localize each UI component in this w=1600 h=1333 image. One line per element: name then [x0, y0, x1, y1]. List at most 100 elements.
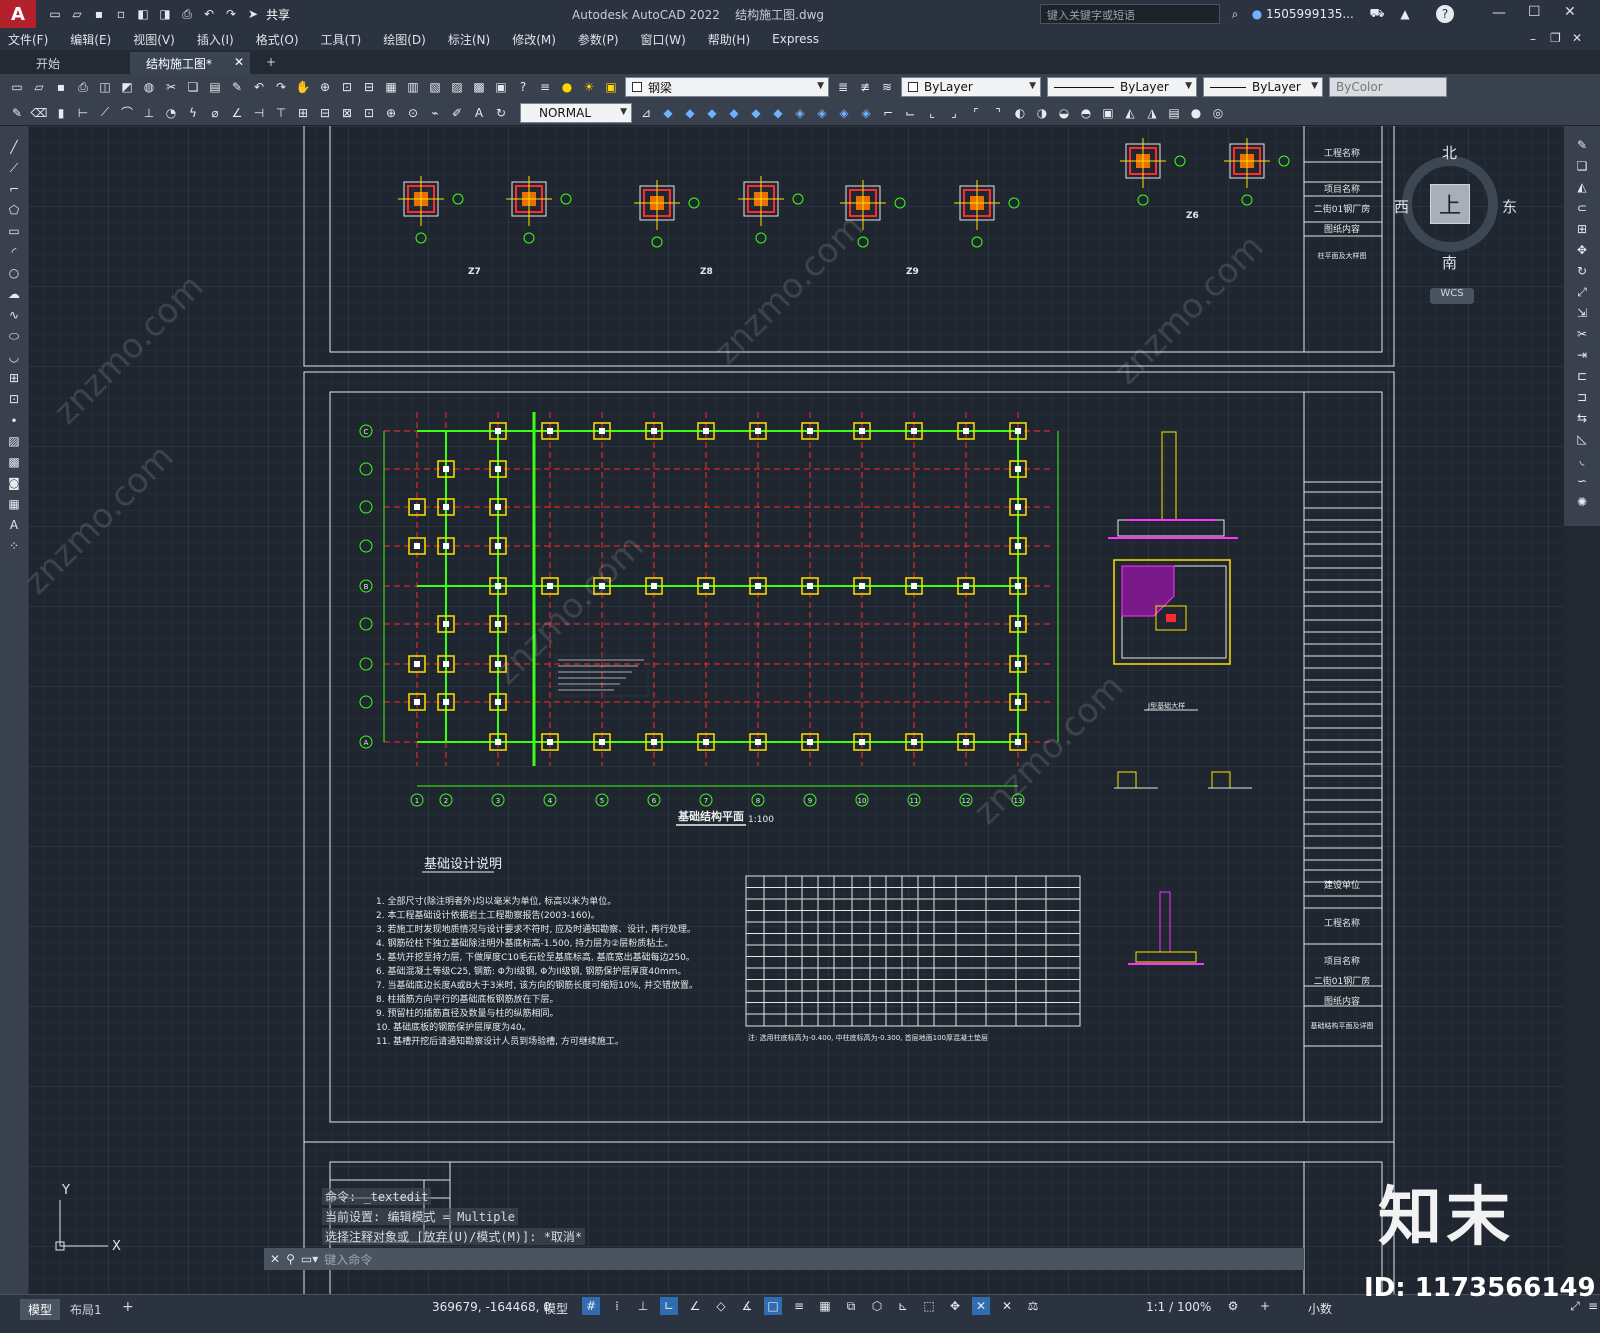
- menu-file[interactable]: 文件(F): [8, 31, 48, 48]
- arc-icon[interactable]: ◜: [5, 243, 23, 261]
- plot-icon[interactable]: ⎙: [178, 5, 196, 23]
- markup-icon[interactable]: ▩: [470, 78, 488, 96]
- insert-block-icon[interactable]: ⊞: [5, 369, 23, 387]
- layer-manager-icon[interactable]: ≡: [536, 78, 554, 96]
- new-tab-button[interactable]: +: [250, 52, 292, 74]
- dim-radius-icon[interactable]: ◔: [162, 104, 180, 122]
- extend-icon[interactable]: ⇥: [1573, 346, 1591, 364]
- minimize-button[interactable]: —: [1492, 5, 1506, 21]
- tab-start[interactable]: 开始: [20, 52, 130, 74]
- hatch-icon[interactable]: ▨: [5, 432, 23, 450]
- cart-icon[interactable]: ⛟: [1368, 5, 1386, 23]
- tab-drawing[interactable]: 结构施工图* ✕: [130, 52, 250, 74]
- bold-icon[interactable]: ▮: [52, 104, 70, 122]
- menu-draw[interactable]: 绘图(D): [383, 31, 426, 48]
- help-icon[interactable]: ?: [1436, 5, 1454, 23]
- menu-modify[interactable]: 修改(M): [512, 31, 556, 48]
- close-button[interactable]: ✕: [1564, 4, 1576, 20]
- view-se-icon[interactable]: ◈: [813, 104, 831, 122]
- make-block-icon[interactable]: ⊡: [5, 390, 23, 408]
- ucs-object-icon[interactable]: ⌜: [967, 104, 985, 122]
- polar-icon[interactable]: ∠: [686, 1297, 704, 1315]
- workspace-icon[interactable]: ⚙: [1224, 1297, 1242, 1315]
- match-prop-icon[interactable]: ✎: [228, 78, 246, 96]
- redo-icon[interactable]: ↷: [222, 5, 240, 23]
- rotate-icon[interactable]: ↻: [1573, 262, 1591, 280]
- stretch-icon[interactable]: ⇲: [1573, 304, 1591, 322]
- dim-update-icon[interactable]: ↻: [492, 104, 510, 122]
- save-web-icon[interactable]: ◨: [156, 5, 174, 23]
- spline-icon[interactable]: ∿: [5, 306, 23, 324]
- jog-linear-icon[interactable]: ⌁: [426, 104, 444, 122]
- viewcube-face[interactable]: 上: [1430, 184, 1470, 224]
- explode-icon[interactable]: ✺: [1573, 493, 1591, 511]
- design-center-icon[interactable]: ▥: [404, 78, 422, 96]
- dim-jogged-icon[interactable]: ϟ: [184, 104, 202, 122]
- ucs-prev-icon[interactable]: ⌞: [923, 104, 941, 122]
- tool-palettes-icon[interactable]: ▧: [426, 78, 444, 96]
- dim-ordinate-icon[interactable]: ⊥: [140, 104, 158, 122]
- compass-west[interactable]: 西: [1394, 196, 1409, 217]
- menu-help[interactable]: 帮助(H): [708, 31, 750, 48]
- trim-icon[interactable]: ✂: [1573, 325, 1591, 343]
- polyline-icon[interactable]: ⌐: [5, 180, 23, 198]
- chamfer-icon[interactable]: ◺: [1573, 430, 1591, 448]
- wcs-menu[interactable]: WCS: [1430, 288, 1474, 304]
- menu-parametric[interactable]: 参数(P): [578, 31, 619, 48]
- open-icon[interactable]: ▱: [68, 5, 86, 23]
- array-icon[interactable]: ⊞: [1573, 220, 1591, 238]
- break-point-icon[interactable]: ⊏: [1573, 367, 1591, 385]
- view-sw-icon[interactable]: ◈: [791, 104, 809, 122]
- tolerance-icon[interactable]: ⊡: [360, 104, 378, 122]
- dim-diameter-icon[interactable]: ⌀: [206, 104, 224, 122]
- search-box[interactable]: 键入关键字或短语: [1040, 4, 1220, 24]
- user-name[interactable]: 1505999135...: [1266, 7, 1354, 21]
- ucs-face-icon[interactable]: ⌟: [945, 104, 963, 122]
- viewcube[interactable]: 上 北 南 东 西 WCS: [1394, 144, 1517, 304]
- polygon-icon[interactable]: ⬠: [5, 201, 23, 219]
- erase-icon[interactable]: ✎: [1573, 136, 1591, 154]
- ucs-view-icon[interactable]: ⌝: [989, 104, 1007, 122]
- lineweight-dropdown[interactable]: ByLayer ▼: [1203, 77, 1323, 97]
- dim-continue-icon[interactable]: ⊞: [294, 104, 312, 122]
- qsave-icon[interactable]: ▪: [52, 78, 70, 96]
- paste-icon[interactable]: ▤: [206, 78, 224, 96]
- undo-tb-icon[interactable]: ↶: [250, 78, 268, 96]
- publish-icon[interactable]: ◩: [118, 78, 136, 96]
- fullscreen-icon[interactable]: ⤢: [1566, 1297, 1584, 1315]
- xline-icon[interactable]: ⟋: [5, 159, 23, 177]
- search-icon[interactable]: ⌕: [1226, 5, 1244, 23]
- fillet-icon[interactable]: ◟: [1573, 451, 1591, 469]
- dim-space-icon[interactable]: ⊟: [316, 104, 334, 122]
- properties-icon[interactable]: ▦: [382, 78, 400, 96]
- color-dropdown[interactable]: ByLayer ▼: [901, 77, 1041, 97]
- sheet-set-icon[interactable]: ▨: [448, 78, 466, 96]
- layer-dropdown[interactable]: 钢梁 ▼: [625, 77, 829, 97]
- view-nw-icon[interactable]: ◈: [857, 104, 875, 122]
- dynamic-ucs-icon[interactable]: ⊾: [894, 1297, 912, 1315]
- ortho-icon[interactable]: ∟: [660, 1297, 678, 1315]
- osnap-icon[interactable]: □: [764, 1297, 782, 1315]
- wedge-icon[interactable]: ◭: [1121, 104, 1139, 122]
- isodraft-icon[interactable]: ◇: [712, 1297, 730, 1315]
- command-recent-icon[interactable]: ▭▾: [301, 1252, 318, 1266]
- break-icon[interactable]: ⊐: [1573, 388, 1591, 406]
- menu-window[interactable]: 窗口(W): [641, 31, 686, 48]
- compass-north[interactable]: 北: [1442, 142, 1457, 163]
- selection-filter-icon[interactable]: ⬚: [920, 1297, 938, 1315]
- mtext-icon[interactable]: A: [5, 516, 23, 534]
- gradient-icon[interactable]: ▩: [5, 453, 23, 471]
- menu-dimension[interactable]: 标注(N): [448, 31, 490, 48]
- transparency-icon[interactable]: ▦: [816, 1297, 834, 1315]
- app-logo[interactable]: A: [0, 0, 36, 28]
- 3dosnap-icon[interactable]: ⬡: [868, 1297, 886, 1315]
- view-top-icon[interactable]: ◆: [659, 104, 677, 122]
- doc-minimize-icon[interactable]: –: [1530, 32, 1536, 46]
- layout-tab-model[interactable]: 模型: [20, 1299, 61, 1320]
- move-icon[interactable]: ✥: [1573, 241, 1591, 259]
- layer-state-icon[interactable]: ≋: [878, 78, 896, 96]
- torus-icon[interactable]: ◎: [1209, 104, 1227, 122]
- add-layout-button[interactable]: +: [122, 1299, 134, 1315]
- annotation-scale-icon[interactable]: ⚖: [1024, 1297, 1042, 1315]
- ellipse-icon[interactable]: ⬭: [5, 327, 23, 345]
